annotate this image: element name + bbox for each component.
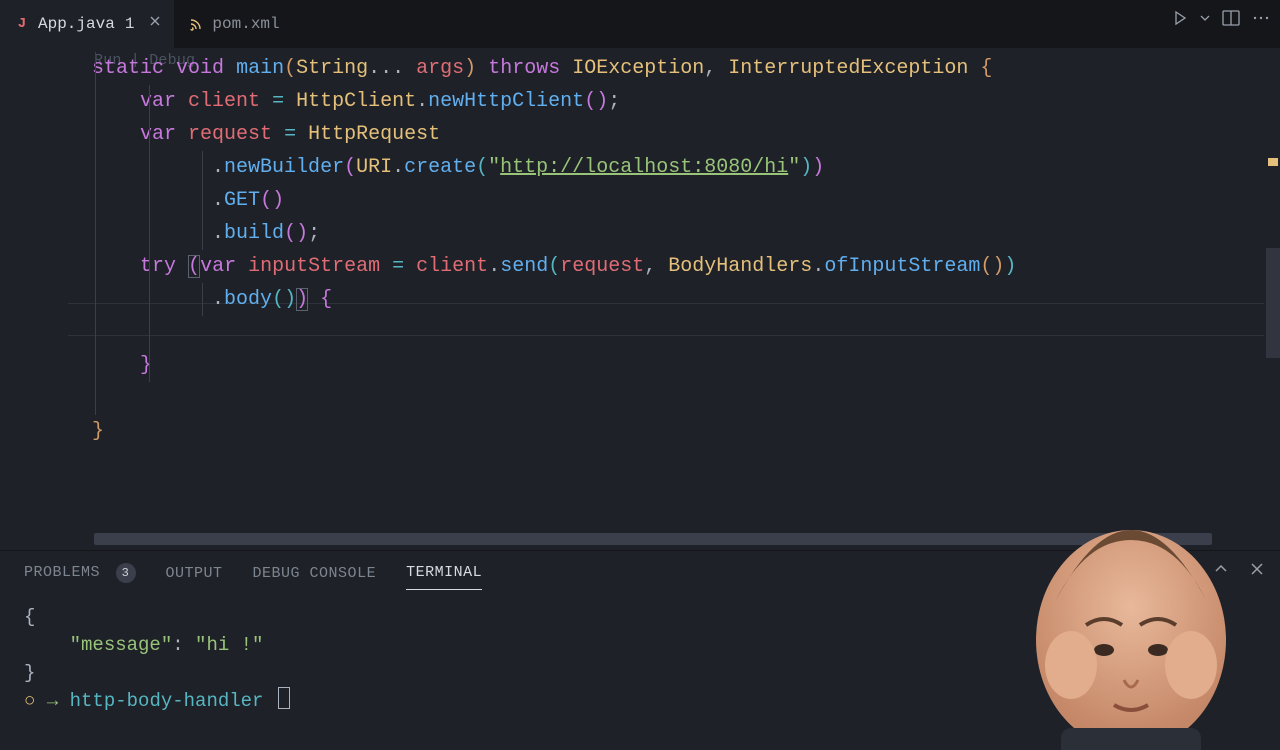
run-dropdown-icon[interactable]: [1200, 13, 1210, 23]
code-line: }: [68, 349, 1280, 382]
split-editor-icon[interactable]: [1222, 10, 1240, 26]
tab-label: pom.xml: [212, 15, 279, 33]
new-terminal-icon[interactable]: [1134, 561, 1152, 577]
code-line: var client = HttpClient.newHttpClient();: [68, 85, 1280, 118]
code-line: .newBuilder(URI.create("http://localhost…: [68, 151, 1280, 184]
more-icon[interactable]: [1174, 561, 1192, 577]
panel-tab-terminal[interactable]: TERMINAL: [406, 564, 482, 590]
xml-file-icon: [188, 16, 204, 32]
code-line: try (var inputStream = client.send(reque…: [68, 250, 1280, 283]
code-line: }: [68, 415, 1280, 448]
more-icon[interactable]: [1252, 10, 1270, 26]
run-button[interactable]: [1172, 10, 1188, 26]
code-line: .body()) {: [68, 283, 1280, 316]
panel-actions: [1134, 561, 1264, 577]
panel-tab-label: PROBLEMS: [24, 564, 100, 581]
tab-pom-xml[interactable]: pom.xml: [174, 0, 291, 48]
java-file-icon: J: [14, 16, 30, 32]
overview-ruler[interactable]: [1264, 48, 1280, 550]
terminal-line: "message": "hi !": [24, 631, 1256, 659]
warning-marker: [1268, 158, 1278, 166]
tab-label: App.java: [38, 15, 115, 33]
terminal-cursor: [279, 688, 289, 708]
terminal-line: }: [24, 659, 1256, 687]
panel-tab-debug-console[interactable]: DEBUG CONSOLE: [253, 565, 377, 590]
code-line: .build();: [68, 217, 1280, 250]
code-line: var request = HttpRequest: [68, 118, 1280, 151]
terminal[interactable]: { "message": "hi !" } ○ → http-body-hand…: [0, 591, 1280, 715]
terminal-line: {: [24, 603, 1256, 631]
code-line: [68, 382, 1280, 415]
tab-app-java[interactable]: J App.java 1: [0, 0, 174, 48]
code-editor[interactable]: Run | Debug static void main(String... a…: [0, 48, 1280, 550]
horizontal-scrollbar[interactable]: [94, 533, 1212, 545]
close-panel-icon[interactable]: [1250, 562, 1264, 576]
code-line: [68, 316, 1280, 349]
panel-tab-problems[interactable]: PROBLEMS 3: [24, 563, 136, 591]
problems-badge: 3: [116, 563, 136, 583]
editor-tabs: J App.java 1 pom.xml: [0, 0, 1280, 48]
maximize-panel-icon[interactable]: [1214, 562, 1228, 576]
titlebar-actions: [1172, 10, 1270, 26]
close-icon[interactable]: [148, 14, 162, 33]
minimap-slider[interactable]: [1266, 248, 1280, 358]
panel-tabs: PROBLEMS 3 OUTPUT DEBUG CONSOLE TERMINAL: [0, 551, 1280, 591]
panel-tab-output[interactable]: OUTPUT: [166, 565, 223, 590]
bottom-panel: PROBLEMS 3 OUTPUT DEBUG CONSOLE TERMINAL…: [0, 550, 1280, 720]
tab-modified-badge: 1: [125, 15, 135, 33]
terminal-prompt-line: ○ → http-body-handler: [24, 687, 1256, 715]
code-line: static void main(String... args) throws …: [68, 52, 1280, 85]
code-line: .GET(): [68, 184, 1280, 217]
